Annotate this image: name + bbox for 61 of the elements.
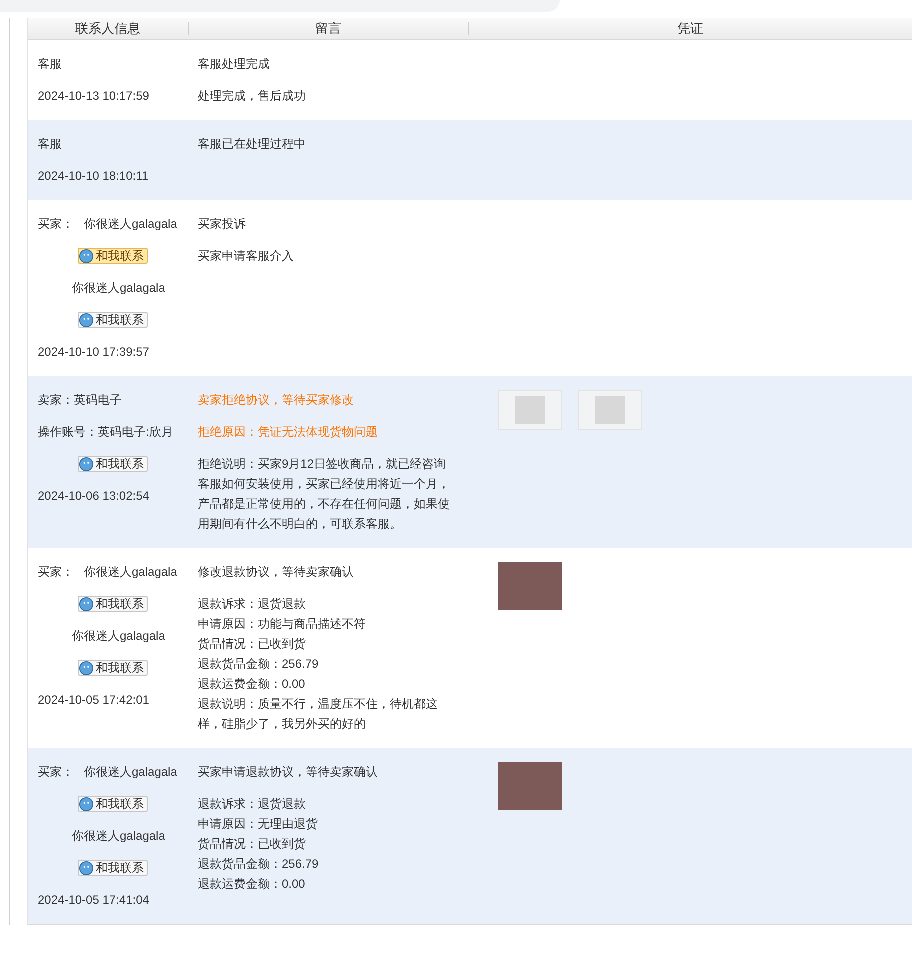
contact-name: 你很迷人galagala xyxy=(84,216,178,233)
chat-face-icon xyxy=(79,660,94,676)
column-header: 留言 xyxy=(316,20,342,38)
party-label: 买家： xyxy=(38,764,74,781)
contact-button[interactable]: 和我联系 xyxy=(78,660,148,676)
chat-face-icon xyxy=(79,860,94,876)
contact-name: 你很迷人galagala xyxy=(84,764,178,781)
column-header: 凭证 xyxy=(678,20,704,38)
contact-button[interactable]: 和我联系 xyxy=(78,860,148,876)
timestamp: 2024-10-10 18:10:11 xyxy=(38,168,150,185)
message-text: 客服已在处理过程中 xyxy=(198,136,307,153)
column-header: 联系人信息 xyxy=(76,20,140,38)
chat-face-icon xyxy=(79,796,94,812)
contact-name: 你很迷人galagala xyxy=(84,564,178,581)
message-text: 买家投诉 xyxy=(198,216,247,233)
contact-name: 客服 xyxy=(38,56,63,73)
contact-name: 操作账号：英码电子:欣月 xyxy=(38,424,174,441)
chat-face-icon xyxy=(79,248,94,264)
contact-name: 客服 xyxy=(38,136,63,153)
photo-placeholder[interactable] xyxy=(498,762,562,810)
chat-face-icon xyxy=(79,596,94,612)
message-detail: 退款运费金额：0.00 xyxy=(198,676,306,693)
message-text: 处理完成，售后成功 xyxy=(198,88,307,105)
contact-name: 卖家：英码电子 xyxy=(38,392,123,409)
message-detail: 退款说明：质量不行，温度压不住，待机都这样，硅脂少了，我另外买的好的 xyxy=(198,696,439,733)
screenshot-thumbnail[interactable] xyxy=(498,390,562,430)
party-label: 买家： xyxy=(38,216,74,233)
contact-button[interactable]: 和我联系 xyxy=(78,596,148,612)
message-detail: 退款货品金额：256.79 xyxy=(198,656,320,673)
message-detail: 申请原因：无理由退货 xyxy=(198,816,319,833)
message-detail: 货品情况：已收到货 xyxy=(198,836,307,853)
party-label: 买家： xyxy=(38,564,74,581)
timestamp: 2024-10-05 17:41:04 xyxy=(38,892,150,909)
message-detail: 退款诉求：退货退款 xyxy=(198,796,307,813)
photo-placeholder[interactable] xyxy=(498,562,562,610)
timestamp: 2024-10-13 10:17:59 xyxy=(38,88,150,105)
timestamp: 2024-10-05 17:42:01 xyxy=(38,692,150,709)
contact-button[interactable]: 和我联系 xyxy=(78,312,148,328)
message-text: 买家申请客服介入 xyxy=(198,248,295,265)
contact-name: 你很迷人galagala xyxy=(71,280,166,297)
contact-name: 你很迷人galagala xyxy=(71,828,166,845)
rejection-text: 卖家拒绝协议，等待买家修改 xyxy=(198,392,355,409)
message-text: 客服处理完成 xyxy=(198,56,271,73)
contact-button[interactable]: 和我联系 xyxy=(78,248,148,264)
message-detail: 退款运费金额：0.00 xyxy=(198,876,306,893)
timestamp: 2024-10-06 13:02:54 xyxy=(38,488,150,505)
message-detail: 申请原因：功能与商品描述不符 xyxy=(198,616,367,633)
message-detail: 退款诉求：退货退款 xyxy=(198,596,307,613)
message-text: 拒绝说明：买家9月12日签收商品，就已经咨询客服如何安装使用，买家已经使用将近一个月，产品都是正常使用的，不存在任何问题，如果使用期间有什么不明白的，可联系客服。 xyxy=(198,456,451,533)
contact-button[interactable]: 和我联系 xyxy=(78,456,148,472)
timestamp: 2024-10-10 17:39:57 xyxy=(38,344,150,361)
contact-name: 你很迷人galagala xyxy=(71,628,166,645)
rejection-text: 拒绝原因：凭证无法体现货物问题 xyxy=(198,424,379,441)
chat-face-icon xyxy=(79,456,94,472)
contact-button[interactable]: 和我联系 xyxy=(78,796,148,812)
message-detail: 退款货品金额：256.79 xyxy=(198,856,320,873)
message-detail: 货品情况：已收到货 xyxy=(198,636,307,653)
screenshot-thumbnail[interactable] xyxy=(578,390,642,430)
message-text: 修改退款协议，等待卖家确认 xyxy=(198,564,355,581)
chat-face-icon xyxy=(79,312,94,328)
message-text: 买家申请退款协议，等待卖家确认 xyxy=(198,764,379,781)
